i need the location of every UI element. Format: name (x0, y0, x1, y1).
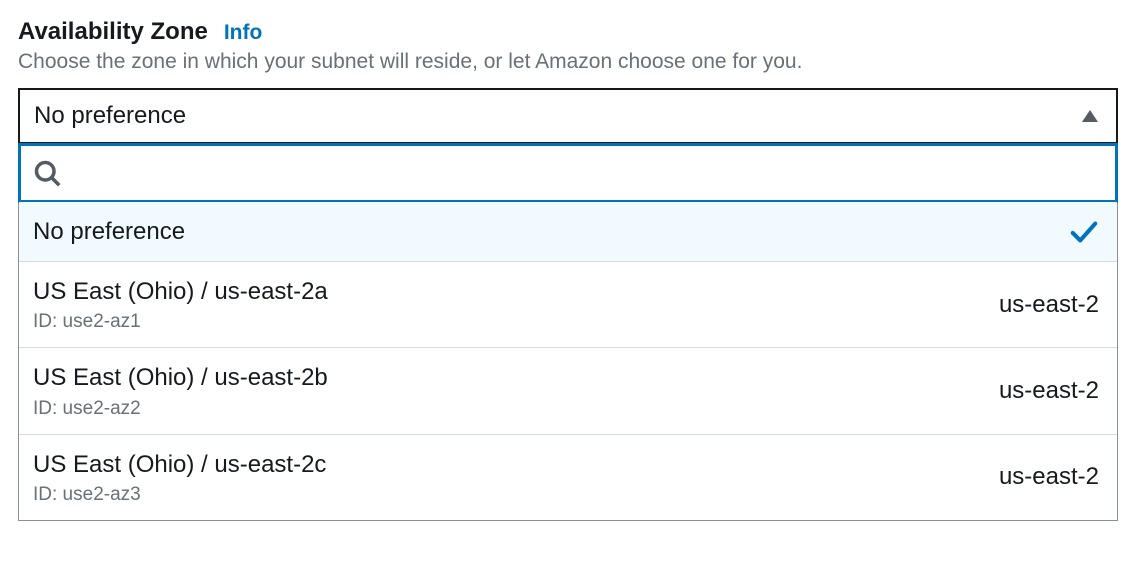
option-primary-label: US East (Ohio) / us-east-2c (33, 449, 326, 480)
check-icon (1069, 217, 1099, 247)
field-header: Availability Zone Info (18, 18, 1118, 46)
option-left: US East (Ohio) / us-east-2a ID: use2-az1 (33, 276, 328, 333)
search-icon (33, 159, 61, 187)
option-region-label: us-east-2 (999, 291, 1099, 319)
option-right: us-east-2 (999, 377, 1099, 405)
option-region-label: us-east-2 (999, 463, 1099, 491)
option-secondary-label: ID: use2-az3 (33, 484, 326, 506)
dropdown-option[interactable]: US East (Ohio) / us-east-2b ID: use2-az2 u… (19, 347, 1117, 433)
search-input[interactable] (61, 146, 1103, 200)
info-link[interactable]: Info (224, 21, 262, 45)
field-label: Availability Zone (18, 18, 208, 46)
option-region-label: us-east-2 (999, 377, 1099, 405)
dropdown-option[interactable]: US East (Ohio) / us-east-2a ID: use2-az1 u… (19, 261, 1117, 347)
option-right (1069, 217, 1099, 247)
dropdown-option[interactable]: No preference (19, 202, 1117, 261)
option-right: us-east-2 (999, 463, 1099, 491)
option-primary-label: US East (Ohio) / us-east-2b (33, 362, 328, 393)
search-row[interactable] (18, 143, 1118, 203)
dropdown-panel: No preference US East (Ohio) / us-east-2a… (18, 143, 1118, 521)
option-primary-label: No preference (33, 216, 185, 247)
select-current-value: No preference (34, 102, 186, 130)
caret-up-icon (1082, 110, 1098, 122)
dropdown-option[interactable]: US East (Ohio) / us-east-2c ID: use2-az3 u… (19, 434, 1117, 520)
availability-zone-select[interactable]: No preference (18, 88, 1118, 144)
option-left: US East (Ohio) / us-east-2b ID: use2-az2 (33, 362, 328, 419)
option-secondary-label: ID: use2-az2 (33, 398, 328, 420)
option-left: US East (Ohio) / us-east-2c ID: use2-az3 (33, 449, 326, 506)
field-description: Choose the zone in which your subnet wil… (18, 50, 1118, 74)
option-primary-label: US East (Ohio) / us-east-2a (33, 276, 328, 307)
option-secondary-label: ID: use2-az1 (33, 311, 328, 333)
option-left: No preference (33, 216, 185, 247)
option-right: us-east-2 (999, 291, 1099, 319)
